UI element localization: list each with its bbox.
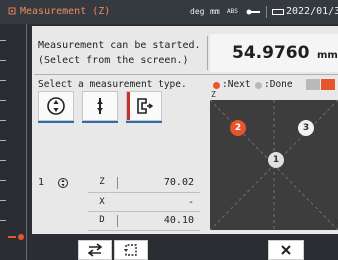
status-message: Measurement can be started.: [38, 40, 201, 51]
left-scale-strip: [0, 24, 32, 260]
z-axis-label: Z: [211, 90, 216, 99]
plot-point[interactable]: 1: [268, 152, 284, 168]
divider: [34, 74, 338, 75]
edge-probe-icon: [137, 98, 154, 114]
result-value: 40.10: [163, 215, 194, 226]
result-value: -: [187, 197, 194, 208]
select-type-label: Select a measurement type.: [38, 79, 187, 90]
result-index: 1: [38, 177, 45, 188]
scale-tick: [0, 120, 6, 121]
result-label: Z: [99, 177, 105, 187]
length-unit: mm: [210, 7, 220, 16]
plot-point[interactable]: 3: [298, 120, 314, 136]
height-bar-icon: [97, 98, 103, 114]
scale-tick: [0, 80, 6, 81]
plot-point[interactable]: 2: [230, 120, 246, 136]
scale-tick: [0, 160, 6, 161]
result-value: 70.02: [163, 177, 194, 188]
scale-tick: [0, 200, 6, 201]
swap-button[interactable]: [78, 240, 112, 260]
x-axis-label: X: [334, 218, 338, 227]
measurement-value: 54.9760: [232, 43, 310, 63]
scale-tick: [0, 40, 6, 41]
done-legend-label: :Done: [264, 79, 293, 90]
grid-view-toggle[interactable]: [321, 79, 335, 90]
type-button-height[interactable]: [82, 91, 118, 121]
angle-unit: deg: [190, 7, 205, 16]
probe-icon: [246, 9, 260, 15]
result-label: X: [99, 197, 105, 207]
next-legend-label: :Next: [222, 79, 251, 90]
scale-line: [26, 24, 27, 260]
type-button-edge[interactable]: [126, 91, 162, 121]
battery-icon: [272, 9, 284, 15]
measure-icon[interactable]: ⊡: [4, 4, 20, 20]
position-marker: [18, 234, 24, 240]
next-legend-dot: [213, 82, 220, 89]
rotate-icon: [124, 244, 137, 256]
rotate-button[interactable]: [114, 240, 148, 260]
scale-tick: [0, 60, 6, 61]
list-view-toggle[interactable]: [306, 79, 320, 90]
position-marker-dash: [8, 236, 16, 238]
row-divider: [88, 192, 200, 193]
divider: [266, 6, 267, 18]
close-icon: [281, 245, 291, 255]
status-hint: (Select from the screen.): [38, 55, 189, 66]
scale-tick: [0, 140, 6, 141]
title-bar: ⊡ Measurement (Z) deg mm ABS 2022/01/3: [0, 0, 338, 24]
window-title: Measurement (Z): [20, 6, 111, 17]
done-legend-dot: [255, 82, 262, 89]
close-button[interactable]: [268, 240, 304, 260]
circle-center-icon: [58, 178, 68, 188]
swap-icon: [87, 243, 103, 257]
date-display: 2022/01/3: [286, 6, 338, 17]
divider: [207, 36, 208, 70]
measurement-unit: mm: [317, 50, 338, 61]
mode-indicator: ABS: [227, 8, 238, 15]
circle-center-icon: [47, 97, 65, 115]
result-label: D: [99, 215, 105, 225]
scale-tick: [0, 180, 6, 181]
row-divider: [88, 211, 200, 212]
scale-tick: [0, 100, 6, 101]
type-button-circle-center[interactable]: [38, 91, 74, 121]
scale-tick: [0, 220, 6, 221]
row-divider: [88, 230, 200, 231]
